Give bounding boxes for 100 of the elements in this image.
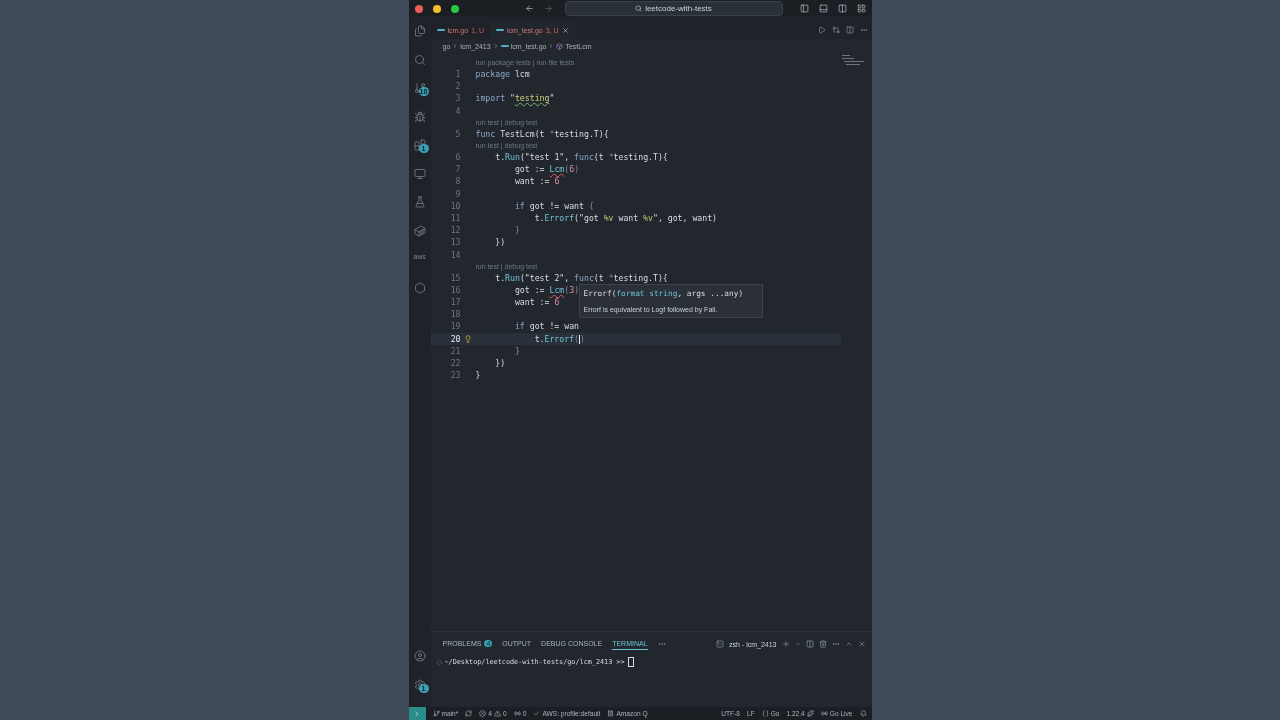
line-number: 14 [449,249,461,260]
code-line: }) [495,237,506,248]
chevron-icon [452,43,459,49]
blocks-icon[interactable] [413,139,426,151]
code-line: func TestLcm(t *testing.T){ [475,128,609,139]
code-line: t.Run("test 2", func(t *testing.T){ [495,272,668,283]
ports-icon[interactable] [513,710,521,717]
terminal-cursor [627,657,634,667]
flask-icon[interactable] [413,196,426,208]
line-number: 23 [449,370,461,381]
line-number: 8 [454,176,461,187]
command-center[interactable]: leetcode-with-tests [564,1,783,16]
warning-icon[interactable] [494,710,502,717]
split-layout-icon[interactable] [837,4,847,13]
close-light[interactable] [414,4,423,13]
maximize-light[interactable] [450,4,459,13]
line-number: 6 [454,152,461,163]
files-icon[interactable] [413,25,426,37]
more-icon[interactable] [859,26,868,34]
split-editor-icon[interactable] [845,26,854,34]
check-icon[interactable] [533,710,541,717]
line-number: 13 [449,237,461,248]
line-number: 12 [449,225,461,236]
code-line: t.Errorf() [534,333,585,344]
code-line: import "testing" [475,93,555,104]
line-number: 11 [449,212,461,223]
sync-icon[interactable] [465,710,473,717]
close-icon[interactable] [561,26,569,34]
trash-icon[interactable] [818,640,827,648]
layout-icon[interactable] [856,4,866,13]
branch-icon[interactable] [413,82,426,94]
close-icon[interactable] [857,640,866,648]
line-number: 21 [449,345,461,356]
code-line: } [514,225,520,236]
terminal-icon[interactable] [716,640,725,648]
line-number: 7 [454,164,461,175]
code-line: if got != wan [514,321,580,332]
compare-icon[interactable] [831,26,840,34]
hexagon-icon[interactable] [413,281,426,294]
prompt-dot-icon [436,659,442,665]
line-number: 10 [449,200,461,211]
code-line: } [514,345,520,356]
remote-button[interactable] [408,707,426,720]
run-icon[interactable] [817,26,826,34]
error-icon[interactable] [479,710,487,717]
pause-icon[interactable] [607,710,615,717]
panel-toggle-icon[interactable] [818,4,828,13]
braces-icon[interactable] [761,710,769,717]
file-type-icon [436,28,445,32]
line-number: 20 [449,333,461,344]
account-icon[interactable] [413,650,426,662]
file-type-icon [500,44,509,48]
back-arrow-icon[interactable] [524,4,534,13]
forward-arrow-icon[interactable] [543,4,553,13]
search-icon [635,5,643,12]
lightbulb-icon[interactable] [464,334,472,343]
branch-icon[interactable] [432,710,440,717]
line-number: 5 [454,128,461,139]
code-line: t.Run("test 1", func(t *testing.T){ [495,152,668,163]
code-line: }) [495,358,506,369]
bug-icon[interactable] [413,110,426,123]
code-line: got := Lcm(6) [514,164,580,175]
bell-icon[interactable] [859,710,867,717]
code-line: got := Lcm(3) [514,284,580,295]
container-icon[interactable] [413,224,426,237]
chevron-down-icon[interactable] [794,641,801,647]
monitor-icon[interactable] [413,167,426,180]
code-line: if got != want { [514,200,594,211]
sidebar-toggle-icon[interactable] [799,4,809,13]
minimize-light[interactable] [432,4,441,13]
maximize-icon[interactable] [844,640,853,648]
more-icon[interactable] [831,640,840,648]
line-number: 2 [454,81,461,92]
code-line: } [475,370,481,381]
line-number: 4 [454,105,461,116]
line-number: 19 [449,321,461,332]
settings-icon[interactable] [413,678,426,691]
search-icon[interactable] [413,53,426,66]
add-icon[interactable] [781,640,790,648]
code-line: package lcm [475,69,530,80]
chevron-icon [492,43,499,49]
code-line: want := 6 [514,297,560,308]
file-type-icon [495,28,504,32]
live-icon[interactable] [820,710,828,717]
chevron-icon [548,43,555,49]
code-line: want := 6 [514,176,560,187]
version-icon[interactable] [806,710,814,717]
split-icon[interactable] [805,640,814,648]
line-number: 3 [454,93,461,104]
more-icon[interactable] [657,640,666,648]
code-line: t.Errorf("got %v want %v", got, want) [534,212,718,223]
line-number: 15 [449,272,461,283]
line-number: 16 [449,284,461,295]
symbol-icon [556,42,564,50]
line-number: 9 [454,188,461,199]
line-number: 18 [449,309,461,320]
line-number: 1 [454,69,461,80]
line-number: 17 [449,297,461,308]
line-number: 22 [449,358,461,369]
chevron-icon [413,709,421,718]
